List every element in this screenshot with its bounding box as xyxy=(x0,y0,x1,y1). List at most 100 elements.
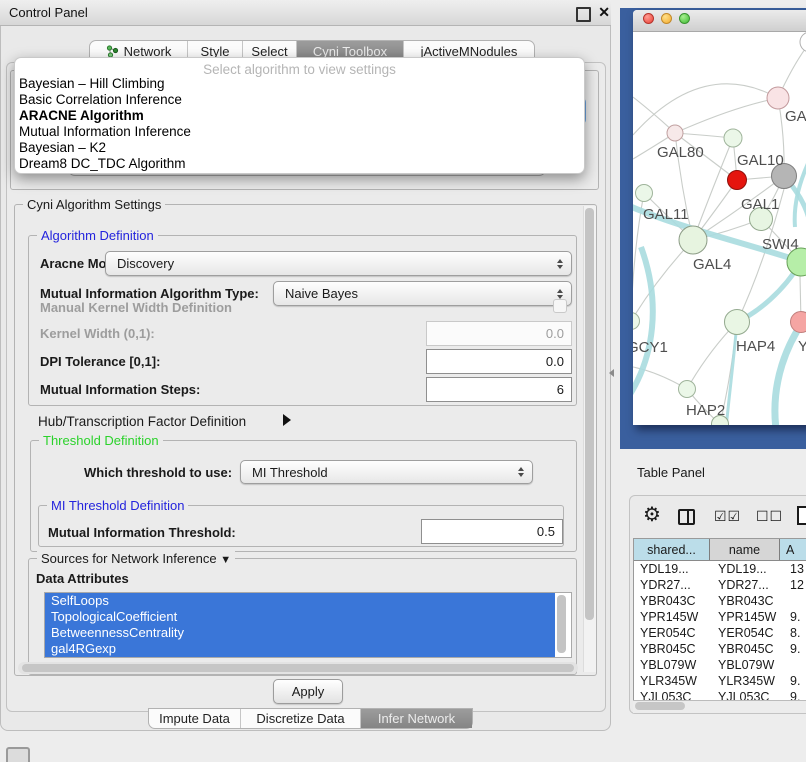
close-button[interactable] xyxy=(643,13,654,24)
node-hap4[interactable] xyxy=(725,310,750,335)
file-icon-partial[interactable] xyxy=(797,506,806,525)
bottom-tab-bar: Impute Data Discretize Data Infer Networ… xyxy=(148,708,473,729)
node-label: GAL1 xyxy=(741,196,779,213)
manual-kernel-checkbox[interactable] xyxy=(553,299,567,313)
node-label: HAP4 xyxy=(736,338,775,355)
float-window-icon[interactable] xyxy=(576,7,591,22)
columns-icon[interactable] xyxy=(678,509,695,525)
table-row[interactable]: YBL079WYBL079W xyxy=(634,657,806,673)
settings-horizontal-scrollbar-thumb[interactable] xyxy=(22,664,574,672)
node-table: shared... name A YDL19...YDL19...13 YDR2… xyxy=(633,538,806,700)
data-attributes-label: Data Attributes xyxy=(36,571,129,586)
dropdown-prompt: Select algorithm to view settings xyxy=(15,62,584,77)
expanded-arrow-icon: ▼ xyxy=(220,554,231,566)
dropdown-item[interactable]: Bayesian – K2 xyxy=(19,140,580,156)
which-threshold-label: Which threshold to use: xyxy=(84,465,232,480)
deselect-all-checkboxes-icon[interactable]: ☐☐ xyxy=(756,508,783,525)
tab-infer-network[interactable]: Infer Network xyxy=(361,709,472,728)
tab-impute-data[interactable]: Impute Data xyxy=(149,709,241,728)
select-all-checkboxes-icon[interactable]: ☑☑ xyxy=(714,508,741,525)
table-row[interactable]: YPR145WYPR145W9. xyxy=(634,609,806,625)
control-panel-titlebar: Control Panel ✕ xyxy=(0,0,611,26)
dropdown-item-highlighted[interactable]: ARACNE Algorithm xyxy=(19,108,580,124)
mi-type-combo[interactable]: Naive Bayes xyxy=(273,281,572,306)
tab-discretize-data[interactable]: Discretize Data xyxy=(241,709,361,728)
table-row[interactable]: YBR043CYBR043C xyxy=(634,593,806,609)
network-icon xyxy=(106,45,119,58)
sources-title: Sources for Network Inference xyxy=(41,551,217,566)
table-row[interactable]: YLR345WYLR345W9. xyxy=(634,673,806,689)
sources-title-wrap[interactable]: Sources for Network Inference ▼ xyxy=(37,551,235,568)
dpi-tolerance-value: 0.0 xyxy=(546,354,564,369)
hub-section-toggle[interactable]: Hub/Transcription Factor Definition xyxy=(38,414,246,429)
node-partial[interactable] xyxy=(800,32,806,52)
node-gal10-red[interactable] xyxy=(728,171,747,190)
network-canvas[interactable]: GAL GAL80 GAL10 GAL11 GAL1 GAL4 SWI4 GCY… xyxy=(633,32,806,425)
node-gcy1[interactable] xyxy=(633,313,640,330)
dropdown-item[interactable]: Dream8 DC_TDC Algorithm xyxy=(19,156,580,172)
list-item[interactable]: gal4RGexp xyxy=(45,641,555,657)
minimized-panel-icon-partial[interactable] xyxy=(6,747,30,762)
tab-label: Discretize Data xyxy=(256,711,344,726)
cyni-settings-title: Cyni Algorithm Settings xyxy=(23,197,165,212)
list-item[interactable]: SelfLoops xyxy=(45,593,555,609)
kernel-width-label: Kernel Width (0,1): xyxy=(40,326,155,341)
table-horizontal-scrollbar-thumb[interactable] xyxy=(635,702,685,710)
apply-button[interactable]: Apply xyxy=(273,679,343,704)
node-label: GAL xyxy=(785,108,806,125)
network-window-titlebar[interactable] xyxy=(633,10,806,32)
mi-steps-value: 6 xyxy=(557,382,564,397)
column-header[interactable]: A xyxy=(780,539,806,560)
node-salmon[interactable] xyxy=(791,312,806,333)
column-header[interactable]: name xyxy=(710,539,780,560)
kernel-width-field[interactable]: 0.0 xyxy=(426,321,572,346)
node-gal4[interactable] xyxy=(679,226,707,254)
table-row[interactable]: YDR27...YDR27...12 xyxy=(634,577,806,593)
mi-steps-field[interactable]: 6 xyxy=(426,377,572,402)
stepper-arrows-icon xyxy=(557,259,563,269)
aracne-mode-value: Discovery xyxy=(117,252,174,275)
mi-threshold-label: Mutual Information Threshold: xyxy=(48,525,236,540)
gear-icon[interactable]: ⚙ xyxy=(643,505,661,525)
node-label: SWI4 xyxy=(762,236,799,253)
table-row[interactable]: YDL19...YDL19...13 xyxy=(634,561,806,577)
aracne-mode-combo[interactable]: Discovery xyxy=(105,251,572,276)
splitter-collapse-arrow[interactable] xyxy=(609,369,614,377)
desktop: Control Panel ✕ Network Style Select Cyn… xyxy=(0,0,806,762)
collapsed-arrow-icon[interactable] xyxy=(283,414,291,426)
list-item[interactable]: BetweennessCentrality xyxy=(45,625,555,641)
node-green-upper[interactable] xyxy=(724,129,742,147)
tab-label: Impute Data xyxy=(159,711,230,726)
settings-vertical-scrollbar-thumb[interactable] xyxy=(585,208,594,620)
node-label: GAL11 xyxy=(643,206,689,223)
dropdown-item[interactable]: Bayesian – Hill Climbing xyxy=(19,76,580,92)
node-label: GAL10 xyxy=(737,152,784,169)
node-label: GAL80 xyxy=(657,144,704,161)
close-icon[interactable]: ✕ xyxy=(598,4,610,21)
node-gal-pink[interactable] xyxy=(767,87,789,109)
dpi-tolerance-label: DPI Tolerance [0,1]: xyxy=(40,354,160,369)
dropdown-item[interactable]: Basic Correlation Inference xyxy=(19,92,580,108)
dropdown-item[interactable]: Mutual Information Inference xyxy=(19,124,580,140)
node-gal80[interactable] xyxy=(667,125,683,141)
list-item[interactable]: TopologicalCoefficient xyxy=(45,609,555,625)
table-row[interactable]: YJL053CYJL053C9. xyxy=(634,689,806,700)
mi-type-value: Naive Bayes xyxy=(285,282,358,305)
list-scrollbar-thumb[interactable] xyxy=(557,595,566,653)
mi-threshold-field[interactable]: 0.5 xyxy=(421,519,563,544)
zoom-button[interactable] xyxy=(679,13,690,24)
which-threshold-combo[interactable]: MI Threshold xyxy=(240,460,533,484)
column-header[interactable]: shared... xyxy=(634,539,710,560)
network-view-window: GAL GAL80 GAL10 GAL11 GAL1 GAL4 SWI4 GCY… xyxy=(633,10,806,425)
tab-label: Infer Network xyxy=(378,711,455,726)
manual-kernel-label: Manual Kernel Width Definition xyxy=(40,300,232,315)
dpi-tolerance-field[interactable]: 0.0 xyxy=(426,349,572,374)
node-gal11[interactable] xyxy=(636,185,653,202)
mi-threshold-group-title: MI Threshold Definition xyxy=(47,498,188,513)
table-panel-title: Table Panel xyxy=(637,465,705,480)
network-graph: GAL GAL80 GAL10 GAL11 GAL1 GAL4 SWI4 GCY… xyxy=(633,32,806,425)
minimize-button[interactable] xyxy=(661,13,672,24)
node-hap2[interactable] xyxy=(679,381,696,398)
table-row[interactable]: YBR045CYBR045C9. xyxy=(634,641,806,657)
table-row[interactable]: YER054CYER054C8. xyxy=(634,625,806,641)
